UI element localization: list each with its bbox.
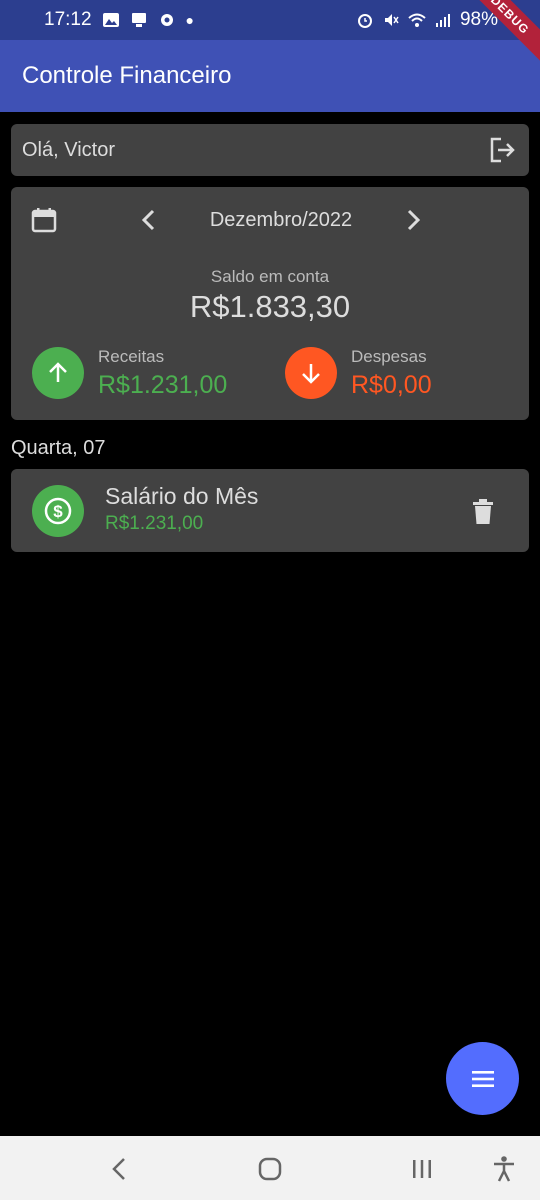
income-label: Receitas bbox=[98, 347, 165, 366]
greeting-card: Olá, Victor bbox=[11, 124, 529, 176]
mute-icon bbox=[384, 14, 399, 26]
back-icon[interactable] bbox=[104, 1154, 134, 1184]
calendar-icon[interactable] bbox=[31, 207, 57, 233]
next-month-button[interactable] bbox=[399, 207, 425, 233]
greeting-text: Olá, Victor bbox=[22, 138, 115, 161]
arrow-down-icon bbox=[285, 347, 337, 399]
logout-icon[interactable] bbox=[487, 135, 517, 165]
balance-value: R$1.833,30 bbox=[189, 289, 351, 324]
system-nav-bar bbox=[0, 1136, 540, 1200]
dot-icon: ● bbox=[185, 12, 195, 28]
cast-icon bbox=[131, 13, 146, 27]
home-icon[interactable] bbox=[255, 1154, 285, 1184]
transaction-title: Salário do Mês bbox=[105, 483, 259, 509]
dollar-icon: $ bbox=[32, 485, 84, 537]
arrow-up-icon bbox=[32, 347, 84, 399]
summary-card: Dezembro/2022 Saldo em conta R$1.833,30 … bbox=[11, 187, 529, 420]
image-icon bbox=[102, 13, 119, 27]
transaction-amount: R$1.231,00 bbox=[105, 513, 204, 534]
expense-label: Despesas bbox=[351, 347, 427, 366]
day-header: Quarta, 07 bbox=[11, 437, 106, 459]
menu-icon bbox=[471, 1070, 494, 1087]
status-time: 17:12 bbox=[44, 9, 92, 30]
svg-text:$: $ bbox=[53, 502, 63, 521]
accessibility-icon[interactable] bbox=[489, 1154, 519, 1184]
delete-icon[interactable] bbox=[471, 499, 495, 525]
status-bar: 17:12 ● 98% bbox=[0, 0, 540, 40]
expense-value: R$0,00 bbox=[351, 371, 432, 399]
app-bar: Controle Financeiro bbox=[0, 40, 540, 112]
income-summary: Receitas R$1.231,00 bbox=[32, 347, 252, 403]
month-selector: Dezembro/2022 bbox=[11, 203, 529, 237]
wifi-icon bbox=[408, 13, 426, 27]
signal-icon bbox=[435, 14, 450, 27]
previous-month-button[interactable] bbox=[137, 207, 163, 233]
menu-fab[interactable] bbox=[446, 1042, 519, 1115]
recents-icon[interactable] bbox=[407, 1154, 437, 1184]
income-value: R$1.231,00 bbox=[98, 371, 228, 399]
expense-summary: Despesas R$0,00 bbox=[285, 347, 505, 403]
balance-label: Saldo em conta bbox=[210, 267, 330, 286]
app-title: Controle Financeiro bbox=[22, 62, 232, 89]
transaction-item[interactable]: $ Salário do Mês R$1.231,00 bbox=[11, 469, 529, 552]
settings-icon bbox=[160, 14, 173, 26]
month-label: Dezembro/2022 bbox=[209, 209, 353, 231]
alarm-icon bbox=[357, 14, 372, 28]
